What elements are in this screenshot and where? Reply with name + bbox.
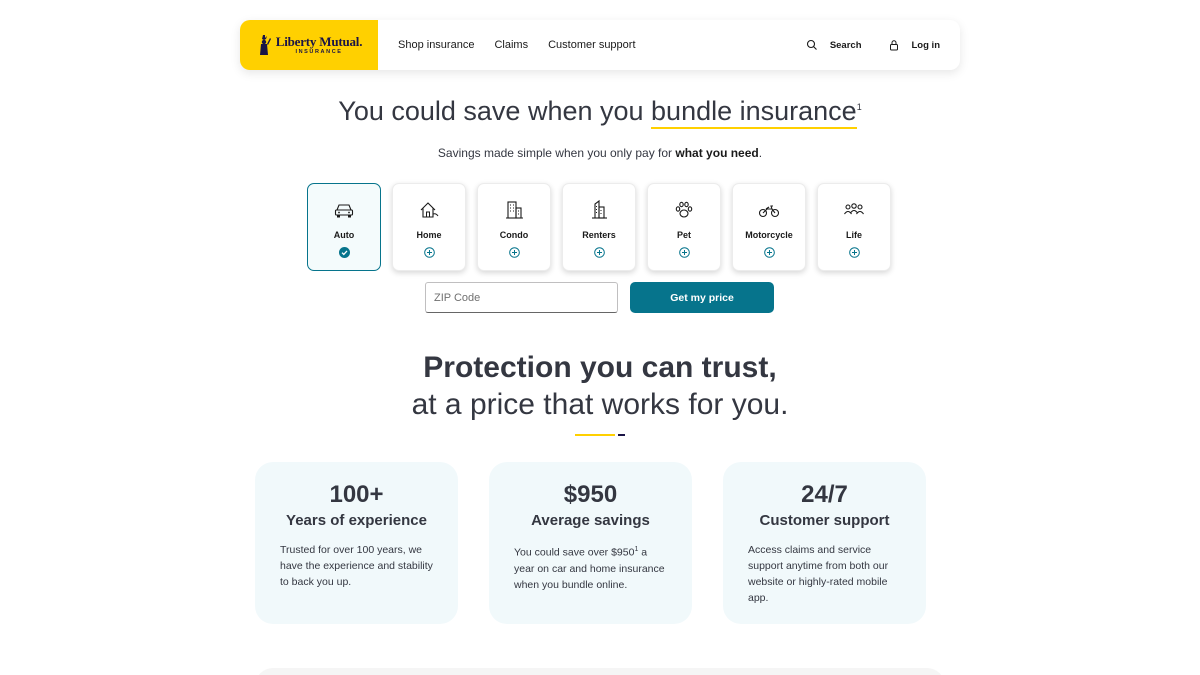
hero-subtitle-text: Savings made simple when you only pay fo… <box>437 146 676 160</box>
product-card-life[interactable]: Life <box>817 183 891 271</box>
plus-circle-icon <box>423 247 435 258</box>
product-card-motorcycle[interactable]: Motorcycle <box>732 183 806 271</box>
product-label: Auto <box>333 230 355 240</box>
car-icon <box>334 204 354 218</box>
stat-label: Years of experience <box>286 512 427 529</box>
protection-title: Protection you can trust, <box>423 351 777 384</box>
decorative-divider-navy <box>618 434 625 436</box>
statue-of-liberty-icon <box>259 35 271 55</box>
building-icon <box>506 201 523 219</box>
stat-description-text: Access claims and service support anytim… <box>748 544 889 604</box>
hero-subtitle-bold: what you need <box>675 146 759 160</box>
hero-title-highlight: bundle insurance <box>651 96 857 129</box>
product-label: Condo <box>499 230 529 240</box>
checkmark-circle-icon <box>338 247 350 258</box>
search-label: Search <box>829 39 862 51</box>
login-label: Log in <box>911 39 941 51</box>
stat-card-experience: 100+ Years of experience Trusted for ove… <box>255 462 458 624</box>
people-icon <box>844 203 864 215</box>
stats-row: 100+ Years of experience Trusted for ove… <box>255 462 926 624</box>
product-label: Renters <box>582 230 616 240</box>
product-label: Pet <box>676 230 691 240</box>
hero-subtitle: Savings made simple when you only pay fo… <box>0 146 1200 160</box>
zip-code-input[interactable] <box>425 282 618 313</box>
stat-description-text: Trusted for over 100 years, we have the … <box>280 544 433 588</box>
stat-card-savings: $950 Average savings You could save over… <box>489 462 692 624</box>
product-card-home[interactable]: Home <box>392 183 466 271</box>
motorcycle-icon <box>758 205 780 218</box>
stat-description: You could save over $9501 a year on car … <box>514 542 670 593</box>
search-button[interactable]: Search <box>806 39 862 51</box>
product-card-auto[interactable]: Auto <box>307 183 381 271</box>
house-icon <box>420 202 439 218</box>
hero-title-text: You could save when you <box>338 96 652 126</box>
hero-title: You could save when you bundle insurance… <box>0 96 1200 129</box>
next-section-card <box>255 668 945 675</box>
search-icon <box>806 39 817 50</box>
stat-description: Access claims and service support anytim… <box>748 542 904 606</box>
liberty-mutual-logo[interactable]: Liberty Mutual. INSURANCE <box>240 20 378 70</box>
stat-value: 100+ <box>329 481 384 508</box>
nav-shop-insurance[interactable]: Shop insurance <box>398 39 474 51</box>
plus-circle-icon <box>763 247 775 258</box>
product-label: Motorcycle <box>745 230 793 240</box>
product-label: Life <box>845 230 862 240</box>
product-card-renters[interactable]: Renters <box>562 183 636 271</box>
login-button[interactable]: Log in <box>888 39 941 51</box>
stat-value: 24/7 <box>801 481 848 508</box>
product-selector: Auto Home Condo Renters Pet Motorcycle L… <box>307 183 891 271</box>
stat-description-text: You could save over $950 <box>514 546 635 559</box>
apartment-icon <box>592 199 607 219</box>
nav-claims[interactable]: Claims <box>494 39 528 51</box>
product-card-condo[interactable]: Condo <box>477 183 551 271</box>
nav-customer-support[interactable]: Customer support <box>548 39 635 51</box>
stat-value: $950 <box>563 481 618 508</box>
plus-circle-icon <box>848 247 860 258</box>
stat-description: Trusted for over 100 years, we have the … <box>280 542 436 590</box>
stat-card-support: 24/7 Customer support Access claims and … <box>723 462 926 624</box>
stat-label: Average savings <box>531 512 650 529</box>
logo-name: Liberty Mutual. <box>275 33 363 49</box>
plus-circle-icon <box>508 247 520 258</box>
get-my-price-button[interactable]: Get my price <box>630 282 774 313</box>
stat-label: Customer support <box>759 512 890 529</box>
decorative-divider-yellow <box>575 434 615 436</box>
product-card-pet[interactable]: Pet <box>647 183 721 271</box>
plus-circle-icon <box>593 247 605 258</box>
main-nav: Shop insurance Claims Customer support <box>398 39 636 51</box>
plus-circle-icon <box>678 247 690 258</box>
protection-subtitle: at a price that works for you. <box>411 388 789 421</box>
lock-icon <box>889 40 898 51</box>
paw-icon <box>675 201 693 218</box>
site-header: Liberty Mutual. INSURANCE Shop insurance… <box>240 20 960 70</box>
logo-subtitle: INSURANCE <box>295 48 343 55</box>
footnote-marker: 1 <box>856 102 862 112</box>
product-label: Home <box>416 230 442 240</box>
hero-subtitle-end: . <box>758 146 763 160</box>
